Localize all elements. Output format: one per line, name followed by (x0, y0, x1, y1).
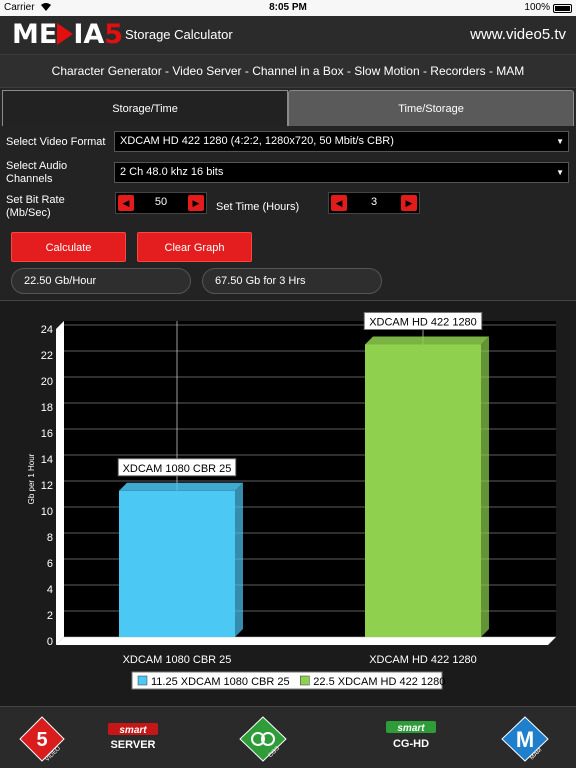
media5-logo: ME IA5 (12, 19, 124, 50)
clear-graph-button[interactable]: Clear Graph (137, 232, 252, 262)
set-time-label: Set Time (Hours) (216, 201, 300, 213)
y-tick-label: 18 (41, 402, 53, 414)
svg-text:SERVER: SERVER (110, 739, 155, 751)
bit-rate-decrement-button[interactable]: ◀ (118, 195, 134, 211)
y-tick-label: 20 (41, 376, 53, 388)
bar-side (481, 336, 489, 637)
y-tick-label: 24 (41, 324, 53, 336)
time-value: 3 (370, 196, 378, 208)
status-time: 8:05 PM (269, 2, 307, 13)
storage-chart: 0 2 4 6 8 10 12 14 16 18 20 22 24 Gb per 1 Hour XDCAM … (0, 300, 576, 706)
bar-side (235, 482, 243, 637)
svg-text:smart: smart (397, 723, 425, 734)
bar-label: XDCAM 1080 CBR 25 (123, 463, 232, 475)
x-category-label: XDCAM 1080 CBR 25 (123, 654, 232, 666)
cgs-icon[interactable]: CGS (238, 715, 288, 768)
app-root: Carrier 8:05 PM 100% ME IA5 Storage Calcu… (0, 0, 576, 768)
website-link[interactable]: www.video5.tv (470, 26, 566, 43)
bar-top (119, 482, 243, 491)
video-format-select[interactable]: XDCAM HD 422 1280 (4:2:2, 1280x720, 50 M… (114, 131, 569, 152)
y-tick-label: 2 (47, 610, 53, 622)
product-tagline: Character Generator - Video Server - Cha… (0, 54, 576, 88)
tab-bar: Storage/Time Time/Storage (0, 88, 576, 126)
y-tick-label: 8 (47, 532, 53, 544)
y-tick-label: 4 (47, 584, 53, 596)
smart-cg-hd-icon[interactable]: smart CG-HD (386, 721, 436, 758)
y-tick-label: 10 (41, 506, 53, 518)
y-axis-label: Gb per 1 Hour (27, 453, 36, 504)
audio-channels-value: 2 Ch 48.0 khz 16 bits (120, 166, 224, 178)
bar-label: XDCAM HD 422 1280 (369, 317, 477, 329)
bit-rate-stepper: ◀ 50 ▶ (115, 192, 207, 214)
legend-entry: 11.25 XDCAM 1080 CBR 25 (151, 676, 290, 688)
y-tick-label: 12 (41, 480, 53, 492)
mam-icon[interactable]: M MAM (500, 715, 550, 768)
legend-swatch (137, 675, 148, 686)
y-tick-label: 0 (47, 636, 53, 648)
x-category-label: XDCAM HD 422 1280 (369, 654, 477, 666)
dropdown-caret-icon: ▼ (556, 168, 564, 177)
audio-channels-label: Select Audio Channels (6, 160, 68, 185)
audio-channels-select[interactable]: 2 Ch 48.0 khz 16 bits ▼ (114, 162, 569, 183)
plot-left-wall (56, 321, 64, 645)
bar-top (365, 336, 489, 345)
y-tick-label: 22 (41, 350, 53, 362)
svg-text:smart: smart (119, 725, 147, 736)
tab-storage-time[interactable]: Storage/Time (2, 90, 288, 126)
plot-floor (56, 637, 556, 645)
time-increment-button[interactable]: ▶ (401, 195, 417, 211)
calculate-button[interactable]: Calculate (11, 232, 126, 262)
bar-chart-svg: 024681012141618202224Gb per 1 Hour XDCAM … (27, 312, 556, 690)
video-format-value: XDCAM HD 422 1280 (4:2:2, 1280x720, 50 M… (120, 135, 394, 147)
smart-server-icon[interactable]: smart SERVER (108, 723, 158, 758)
dropdown-caret-icon: ▼ (556, 137, 564, 146)
time-decrement-button[interactable]: ◀ (331, 195, 347, 211)
svg-text:CG-HD: CG-HD (393, 738, 429, 750)
total-result: 67.50 Gb for 3 Hrs (202, 268, 382, 294)
battery-icon (553, 4, 572, 13)
svg-text:M: M (516, 727, 534, 752)
bar (119, 490, 235, 637)
status-bar: Carrier 8:05 PM 100% (0, 0, 576, 16)
set-time-stepper: ◀ 3 ▶ (328, 192, 420, 214)
y-tick-label: 14 (41, 454, 53, 466)
bit-rate-increment-button[interactable]: ▶ (188, 195, 204, 211)
app-title: Storage Calculator (125, 27, 233, 42)
bar (365, 344, 481, 637)
y-tick-label: 16 (41, 428, 53, 440)
svg-text:5: 5 (36, 729, 47, 751)
video5-icon[interactable]: 5 VIDEO (18, 715, 66, 768)
legend-swatch (300, 675, 310, 686)
app-header: ME IA5 Storage Calculator www.video5.tv (0, 16, 576, 54)
battery-percent: 100% (524, 2, 550, 13)
per-hour-result: 22.50 Gb/Hour (11, 268, 191, 294)
tab-time-storage[interactable]: Time/Storage (288, 90, 574, 126)
y-tick-label: 6 (47, 558, 53, 570)
product-footer: 5 VIDEO smart SERVER CGS smart CG-HD M M… (0, 706, 576, 768)
bit-rate-label: Set Bit Rate (Mb/Sec) (6, 194, 65, 219)
bit-rate-value: 50 (154, 196, 168, 208)
legend-entry: 22.5 XDCAM HD 422 1280 (313, 676, 445, 688)
video-format-label: Select Video Format (6, 136, 106, 148)
